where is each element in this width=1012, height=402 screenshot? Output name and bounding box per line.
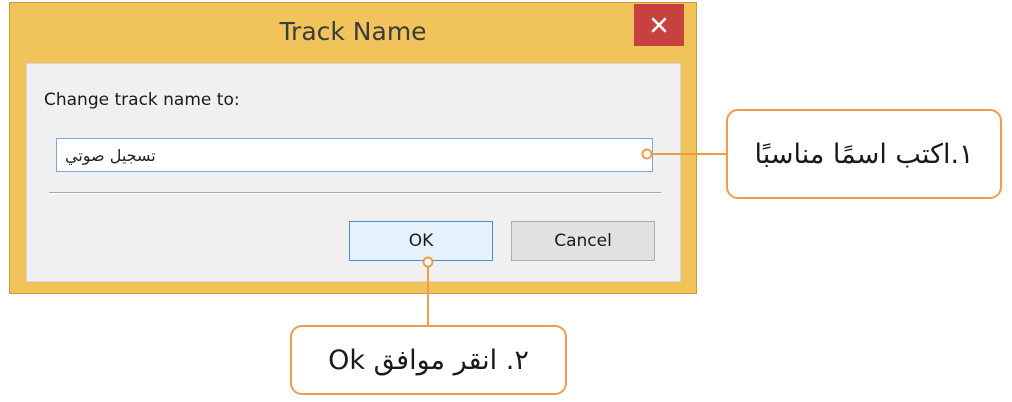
close-button[interactable] <box>634 4 684 46</box>
dialog-content: Change track name to: OK Cancel <box>26 63 681 282</box>
cancel-button[interactable]: Cancel <box>511 221 655 261</box>
prompt-label: Change track name to: <box>44 90 240 110</box>
ok-button[interactable]: OK <box>349 221 493 261</box>
dialog-title: Track Name <box>279 17 427 46</box>
step-1-callout: ١.اكتب اسمًا مناسبًا <box>726 109 1002 199</box>
title-bar[interactable]: Track Name <box>10 3 696 63</box>
divider <box>49 192 661 194</box>
track-name-dialog: Track Name Change track name to: OK Canc… <box>9 2 697 294</box>
track-name-input[interactable] <box>56 138 653 172</box>
step-2-callout: ٢. انقر موافق Ok <box>290 325 567 395</box>
close-icon <box>651 17 667 33</box>
